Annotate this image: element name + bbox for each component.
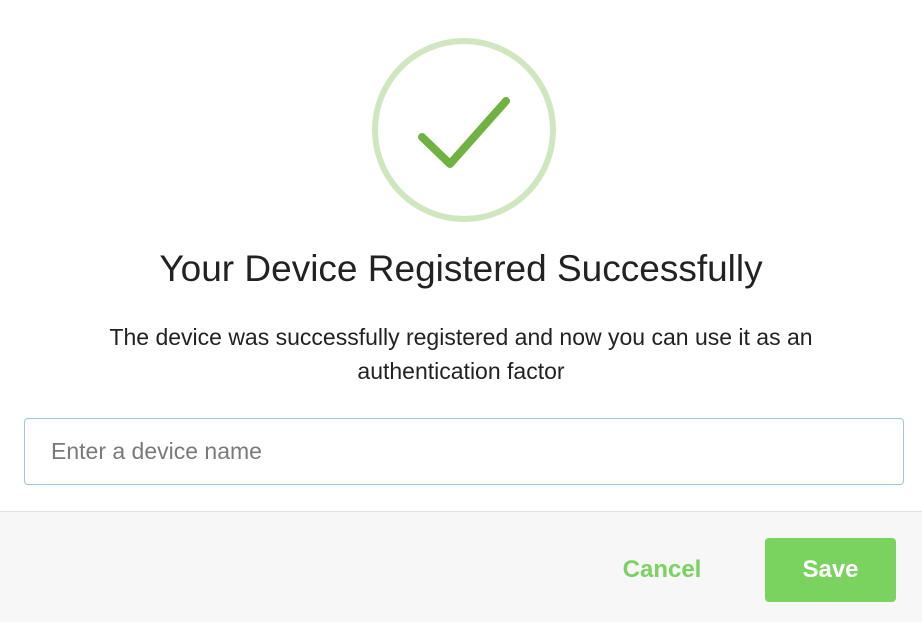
cancel-button[interactable]: Cancel: [606, 538, 718, 602]
checkmark-circle-icon: [372, 38, 556, 222]
registration-success-dialog: Your Device Registered Successfully The …: [0, 0, 922, 622]
checkmark-icon: [418, 97, 510, 168]
device-name-input[interactable]: [24, 418, 904, 485]
dialog-description: The device was successfully registered a…: [109, 324, 813, 384]
dialog-footer: Cancel Save: [0, 511, 922, 622]
save-button[interactable]: Save: [765, 538, 896, 602]
dialog-title: Your Device Registered Successfully: [159, 248, 763, 289]
success-ring: [372, 38, 556, 222]
